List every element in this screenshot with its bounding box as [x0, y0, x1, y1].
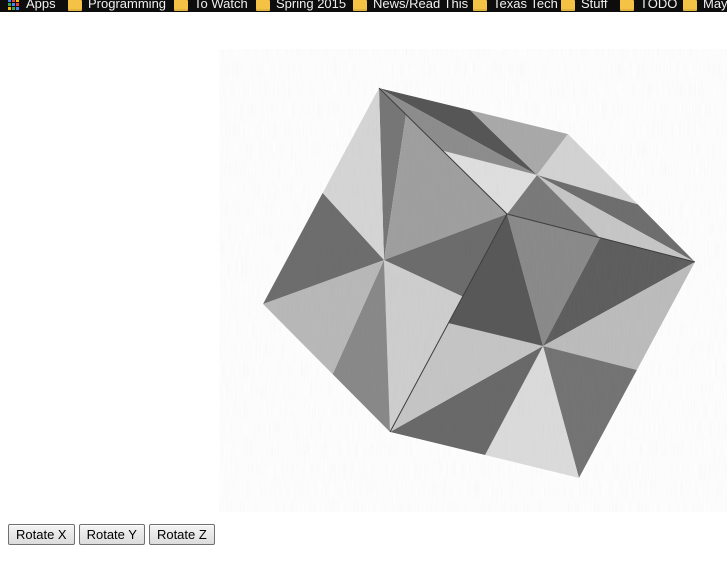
bookmark-folder-label: TODO: [640, 0, 678, 11]
bookmark-folder-label: Stuff: [581, 0, 608, 11]
bookmark-folder-texas-tech[interactable]: Texas Tech: [473, 0, 558, 12]
folder-icon: [256, 0, 270, 11]
bookmark-folder-label: News/Read This: [373, 0, 469, 11]
rotate-x-button[interactable]: Rotate X: [8, 524, 75, 545]
rotate-z-button[interactable]: Rotate Z: [148, 524, 215, 545]
bookmarks-bar: Apps Programming To Watch Spring 2015 Ne…: [0, 0, 727, 12]
folder-icon: [620, 0, 634, 11]
folder-icon: [473, 0, 487, 11]
bookmark-folder-label: Spring 2015: [276, 0, 347, 11]
rotate-y-button[interactable]: Rotate Y: [78, 524, 145, 545]
bookmark-folder-stuff[interactable]: Stuff: [561, 0, 608, 12]
folder-icon: [561, 0, 575, 11]
bookmark-folder-news-read-this[interactable]: News/Read This: [353, 0, 468, 12]
bookmark-apps[interactable]: Apps: [8, 0, 56, 12]
bookmark-folder-spring-2015[interactable]: Spring 2015: [256, 0, 346, 12]
bookmark-folder-label: Programming: [88, 0, 167, 11]
bookmark-folder-to-watch[interactable]: To Watch: [174, 0, 248, 12]
bookmark-folder-label: Texas Tech: [493, 0, 558, 11]
folder-icon: [683, 0, 697, 11]
folder-icon: [68, 0, 82, 11]
folder-icon: [353, 0, 367, 11]
bookmark-folder-programming[interactable]: Programming: [68, 0, 166, 12]
cube-canvas: [263, 87, 696, 478]
rotation-controls: Rotate X Rotate Y Rotate Z: [8, 524, 215, 545]
bookmark-apps-label: Apps: [26, 0, 56, 11]
cube: [263, 87, 696, 478]
bookmark-folder-label: May: [703, 0, 727, 11]
bookmark-folder-todo[interactable]: TODO: [620, 0, 677, 12]
folder-icon: [174, 0, 188, 11]
apps-grid-icon: [8, 0, 20, 11]
bookmark-folder-label: To Watch: [194, 0, 248, 11]
bookmark-folder-may[interactable]: May: [683, 0, 727, 12]
